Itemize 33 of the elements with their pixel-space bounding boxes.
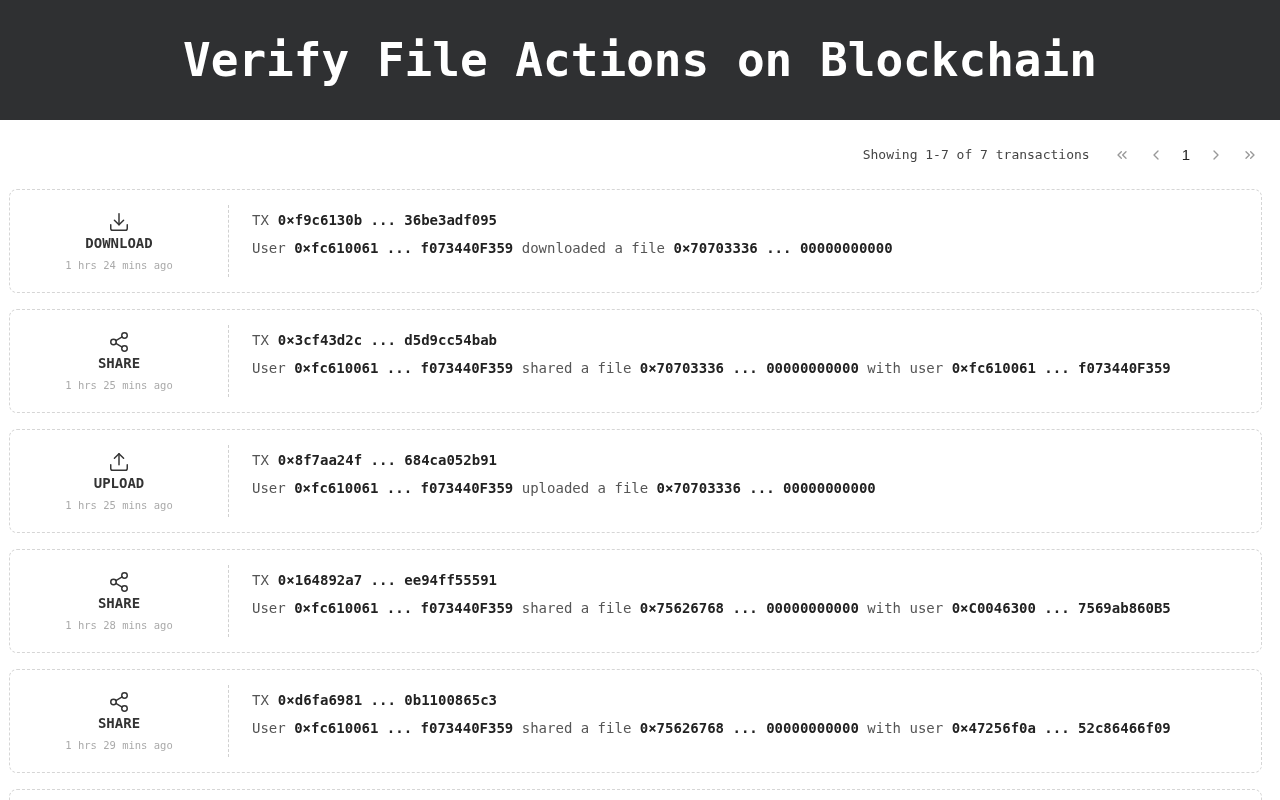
transaction-hash: 0×d6fa6981 ... 0b1100865c3 <box>277 692 497 708</box>
upload-icon <box>108 451 130 473</box>
action-label: DOWNLOAD <box>85 235 153 251</box>
share-icon <box>108 331 130 353</box>
tx-label: TX <box>252 332 269 348</box>
timestamp: 1 hrs 28 mins ago <box>65 619 173 631</box>
results-summary: Showing 1-7 of 7 transactions <box>862 147 1090 162</box>
action-label: SHARE <box>97 595 141 611</box>
action-label: SHARE <box>97 355 141 371</box>
action-label: UPLOAD <box>93 475 145 491</box>
page-number[interactable]: 1 <box>1177 144 1194 165</box>
timestamp: 1 hrs 25 mins ago <box>65 499 173 511</box>
tx-label: TX <box>252 572 269 588</box>
action-label: SHARE <box>97 715 141 731</box>
download-icon <box>108 211 130 233</box>
timestamp: 1 hrs 29 mins ago <box>65 739 173 751</box>
action-description: User 0×fc610061 ... f073440F359 shared a file 0×75626768 ... 00000000000 with user 0×C0046300 ... 7569ab860B5 <box>252 600 1171 616</box>
action-description: User 0×fc610061 ... f073440F359 shared a file 0×75626768 ... 00000000000 with user 0×47256f0a ... 52c86466f09 <box>252 720 1171 736</box>
share-icon <box>108 571 130 593</box>
action-description: User 0×fc610061 ... f073440F359 shared a file 0×70703336 ... 00000000000 with user 0×fc610061 ... f073440F359 <box>252 360 1171 376</box>
transaction-hash: 0×3cf43d2c ... d5d9cc54bab <box>277 332 497 348</box>
tx-label: TX <box>252 692 269 708</box>
action-description: User 0×fc610061 ... f073440F359 uploaded a file 0×70703336 ... 00000000000 <box>252 480 876 496</box>
transaction-hash: 0×f9c6130b ... 36be3adf095 <box>277 212 497 228</box>
tx-label: TX <box>252 212 269 228</box>
action-description: User 0×fc610061 ... f073440F359 downloaded a file 0×70703336 ... 00000000000 <box>252 240 893 256</box>
page-title: Verify File Actions on Blockchain <box>183 33 1097 87</box>
timestamp: 1 hrs 25 mins ago <box>65 379 173 391</box>
timestamp: 1 hrs 24 mins ago <box>65 259 173 271</box>
tx-label: TX <box>252 452 269 468</box>
transaction-hash: 0×8f7aa24f ... 684ca052b91 <box>277 452 497 468</box>
share-icon <box>108 691 130 713</box>
transaction-hash: 0×164892a7 ... ee94ff55591 <box>277 572 497 588</box>
